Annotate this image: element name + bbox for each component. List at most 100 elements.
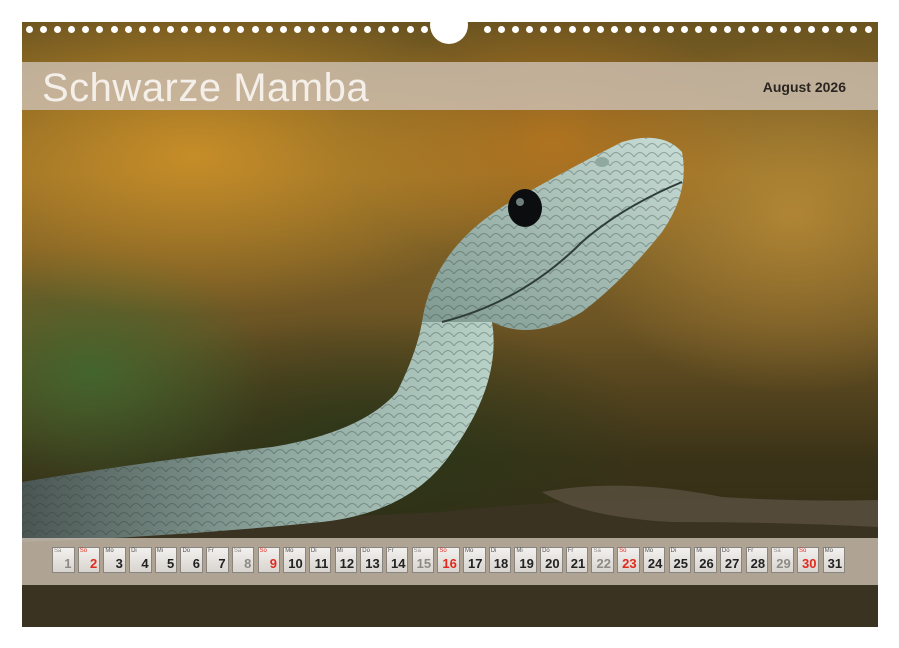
binding-hole: [526, 26, 534, 33]
day-number: 22: [596, 556, 611, 571]
day-cell: Mi 5: [154, 547, 178, 573]
binding-hole: [68, 26, 76, 33]
day-cell: Sa 1: [52, 547, 75, 573]
binding-hole: [850, 26, 858, 33]
weekday-abbrev: Mo: [105, 548, 114, 554]
weekday-abbrev: So: [439, 548, 447, 554]
binding-hole: [265, 26, 273, 33]
calendar-title: Schwarze Mamba: [42, 66, 370, 110]
day-number: 13: [365, 556, 380, 571]
binding-hole: [307, 26, 315, 33]
day-cell: So 2: [77, 547, 101, 573]
binding-hole: [498, 26, 506, 33]
weekday-abbrev: Sa: [233, 548, 242, 554]
day-cell: Sa 29: [771, 547, 794, 573]
weekday-abbrev: Di: [490, 548, 497, 554]
weekday-abbrev: Do: [542, 548, 550, 554]
weekday-abbrev: Di: [310, 548, 317, 554]
day-number: 24: [647, 556, 663, 571]
weekday-abbrev: Mo: [285, 548, 294, 554]
day-number: 5: [167, 556, 175, 571]
day-cell: Do 27: [719, 547, 743, 573]
weekday-abbrev: Mo: [824, 548, 833, 554]
day-cell: Di 25: [668, 547, 691, 573]
day-row: Sa 1 So 2 Mo 3 Di 4 Mi 5 Do 6 Fr 7 Sa 8 So 9 Mo 10 Di 11 Mi 12 D…: [52, 547, 848, 573]
day-number: 10: [288, 556, 303, 571]
day-number: 19: [519, 556, 534, 571]
day-number: 21: [570, 556, 586, 571]
binding-hole: [40, 26, 48, 33]
weekday-abbrev: Mi: [156, 548, 164, 554]
binding-hole: [82, 26, 90, 33]
binding-hole: [779, 26, 787, 33]
day-number: 2: [89, 556, 98, 571]
hanger-cutout: [430, 6, 468, 44]
wire-binding: [22, 6, 886, 44]
day-number: 15: [416, 556, 432, 571]
weekday-abbrev: Fr: [387, 548, 394, 554]
day-cell: Fr 7: [206, 547, 229, 573]
binding-hole: [321, 26, 329, 33]
binding-hole: [181, 26, 189, 33]
weekday-abbrev: So: [79, 548, 88, 554]
binding-hole: [878, 26, 886, 33]
binding-hole: [765, 26, 773, 33]
binding-hole: [54, 26, 62, 33]
binding-hole: [251, 26, 259, 33]
day-number: 9: [269, 556, 277, 571]
day-number: 29: [776, 556, 791, 571]
day-number: 1: [64, 556, 72, 571]
binding-hole: [364, 26, 372, 33]
binding-hole: [293, 26, 301, 33]
day-number: 3: [115, 556, 123, 571]
day-number: 20: [545, 556, 560, 571]
binding-hole: [223, 26, 231, 33]
weekday-abbrev: Sa: [54, 548, 62, 554]
weekday-abbrev: Fr: [747, 548, 754, 554]
binding-hole: [709, 26, 717, 33]
weekday-abbrev: Fr: [567, 548, 574, 554]
day-number: 25: [673, 556, 688, 571]
binding-hole: [378, 26, 386, 33]
day-number: 28: [750, 556, 766, 571]
weekday-abbrev: Di: [131, 548, 137, 554]
calendar-photo: [22, 22, 878, 627]
binding-hole: [336, 26, 344, 33]
binding-hole: [96, 26, 104, 33]
title-band: Schwarze Mamba August 2026: [22, 62, 878, 110]
binding-hole: [110, 26, 118, 33]
binding-hole: [420, 26, 428, 33]
weekday-abbrev: Sa: [773, 548, 781, 554]
weekday-abbrev: Sa: [413, 548, 421, 554]
day-cell: Mo 17: [463, 547, 486, 573]
day-cell: So 9: [257, 547, 280, 573]
day-number: 18: [493, 556, 509, 571]
day-cell: Mo 31: [822, 547, 846, 573]
binding-hole: [26, 26, 33, 33]
day-number: 14: [390, 556, 406, 571]
day-number: 12: [339, 556, 355, 571]
binding-hole: [695, 26, 703, 33]
binding-hole: [568, 26, 576, 33]
binding-hole: [540, 26, 548, 33]
binding-hole: [737, 26, 745, 33]
day-cell: Sa 22: [591, 547, 614, 573]
weekday-abbrev: Sa: [593, 548, 601, 554]
day-number: 4: [141, 556, 149, 571]
weekday-abbrev: Mi: [696, 548, 703, 554]
day-number: 11: [314, 556, 329, 571]
day-number: 6: [192, 556, 200, 571]
binding-hole: [639, 26, 647, 33]
weekday-abbrev: So: [798, 548, 807, 554]
binding-hole: [195, 26, 203, 33]
day-cell: Mo 3: [103, 547, 126, 573]
weekday-abbrev: Do: [721, 548, 730, 554]
binding-hole: [166, 26, 174, 33]
binding-hole: [667, 26, 675, 33]
weekday-abbrev: Mo: [644, 548, 654, 554]
day-cell: Fr 14: [385, 547, 409, 573]
day-cell: Mo 10: [283, 547, 306, 573]
binding-hole: [406, 26, 414, 33]
snake-photo: [22, 137, 878, 627]
day-number: 30: [801, 556, 817, 571]
